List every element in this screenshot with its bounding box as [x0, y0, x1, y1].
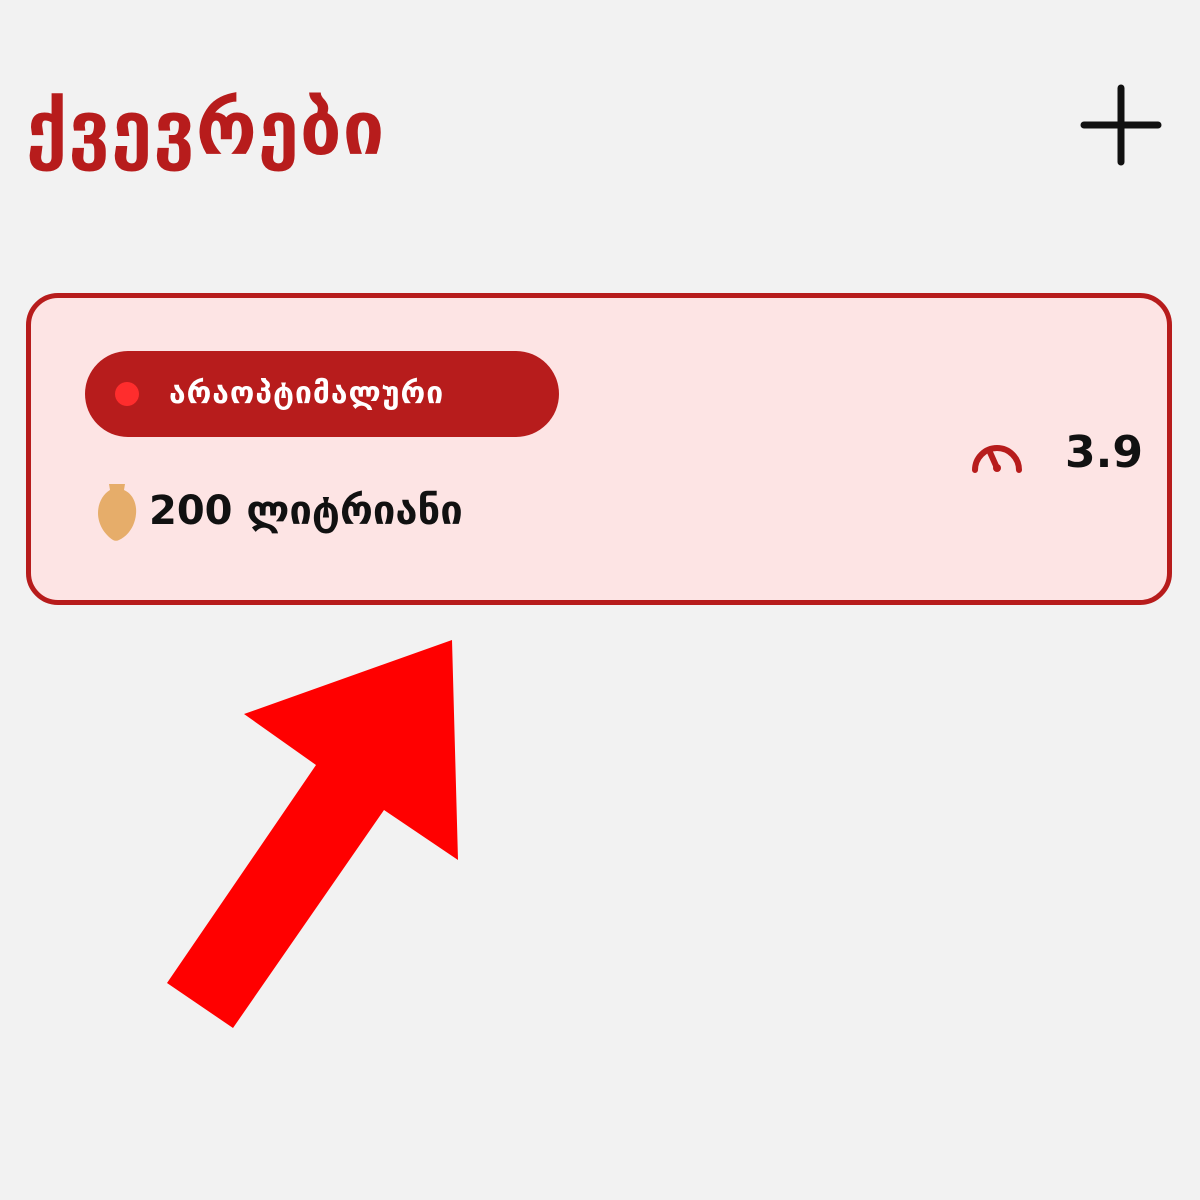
status-badge: არაოპტიმალური — [85, 351, 559, 437]
add-qvevri-button[interactable] — [1078, 82, 1164, 168]
status-label: არაოპტიმალური — [169, 376, 445, 411]
volume-label: 200 ლიტრიანი — [149, 488, 463, 534]
status-dot-icon — [115, 382, 139, 406]
plus-icon — [1080, 84, 1162, 166]
gauge-icon — [972, 445, 1022, 473]
metric-value: 3.9 — [1065, 427, 1143, 478]
jar-icon — [98, 484, 137, 541]
qvevri-card[interactable]: არაოპტიმალური 200 ლიტრიანი 3.9 — [26, 293, 1172, 605]
page-title: ქვევრები — [26, 86, 386, 172]
